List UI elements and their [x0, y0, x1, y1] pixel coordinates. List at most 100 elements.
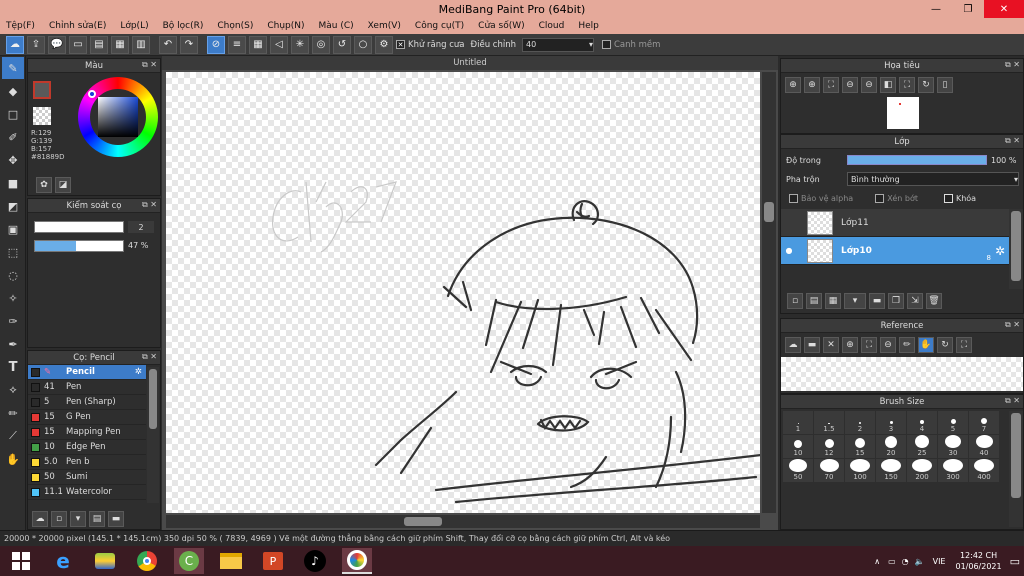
brush-size-cell[interactable]: 20: [876, 435, 906, 458]
medibang-icon[interactable]: [342, 548, 372, 574]
brush-size-cell[interactable]: 400: [969, 459, 999, 482]
brush-size-cell[interactable]: 4: [907, 411, 937, 434]
open-folder-icon[interactable]: ▬: [804, 337, 820, 353]
color-swap-icon[interactable]: ◪: [55, 177, 71, 193]
brush-size-cell[interactable]: 1: [783, 411, 813, 434]
eyedropper-icon[interactable]: ✏: [899, 337, 915, 353]
brush-size-cell[interactable]: 1.5: [814, 411, 844, 434]
lock-checkbox[interactable]: [943, 194, 953, 203]
brush-size-cell[interactable]: 12: [814, 435, 844, 458]
comment-icon[interactable]: 💬: [48, 35, 66, 54]
hand-icon[interactable]: ✋: [918, 337, 934, 353]
panel-options-icon[interactable]: ⧉ ✕: [1005, 320, 1020, 330]
rotate-icon[interactable]: ↻: [918, 77, 934, 93]
panel-options-icon[interactable]: ⧉ ✕: [142, 60, 157, 70]
zoom-actual-icon[interactable]: ⊖: [861, 77, 877, 93]
text-tool-icon[interactable]: T: [2, 356, 24, 378]
layer-list-scrollbar[interactable]: [1009, 209, 1023, 289]
brush-size-cell[interactable]: 70: [814, 459, 844, 482]
panel-options-icon[interactable]: ⧉ ✕: [1005, 396, 1020, 406]
tray-expand-icon[interactable]: ∧: [874, 557, 880, 566]
wifi-icon[interactable]: ◔: [902, 557, 909, 566]
menu-help[interactable]: Help: [572, 21, 607, 31]
menu-window[interactable]: Cửa số(W): [472, 21, 532, 31]
close-reference-icon[interactable]: ✕: [823, 337, 839, 353]
layer-settings-gear-icon[interactable]: ✲: [995, 244, 1005, 258]
canvas-tab[interactable]: Untitled: [162, 56, 778, 70]
canvas-horizontal-scrollbar[interactable]: [166, 515, 760, 528]
brush-tool-icon[interactable]: ✎: [2, 57, 24, 79]
ring-snap-icon[interactable]: ○: [354, 35, 372, 54]
menu-snap[interactable]: Chụp(N): [261, 21, 312, 31]
background-color-swatch[interactable]: [33, 107, 51, 125]
zoom-out-icon[interactable]: ⊖: [842, 77, 858, 93]
snap-settings-icon[interactable]: ⚙: [375, 35, 393, 54]
delete-layer-icon[interactable]: 🗑: [926, 293, 942, 309]
merge-layer-icon[interactable]: ⇲: [907, 293, 923, 309]
brush-size-cell[interactable]: 25: [907, 435, 937, 458]
chrome-icon[interactable]: [132, 548, 162, 574]
shape-tool-icon[interactable]: □: [2, 103, 24, 125]
brush-size-cell[interactable]: 40: [969, 435, 999, 458]
eyedropper-tool-icon[interactable]: ✏: [2, 402, 24, 424]
brush-item[interactable]: 50 Sumi: [28, 470, 146, 485]
move-tool-icon[interactable]: ✥: [2, 149, 24, 171]
clipping-checkbox[interactable]: [875, 194, 885, 203]
menu-file[interactable]: Tệp(F): [0, 21, 43, 31]
file-explorer-icon[interactable]: [216, 548, 246, 574]
menu-tools[interactable]: Công cụ(T): [409, 21, 472, 31]
new-brush-icon[interactable]: ▫: [51, 511, 67, 527]
brush-item[interactable]: 11.1 Watercolor: [28, 485, 146, 500]
drawing-canvas[interactable]: [166, 72, 763, 513]
document-icon[interactable]: ▤: [90, 35, 108, 54]
panel-options-icon[interactable]: ⧉ ✕: [1005, 60, 1020, 70]
grid-list-icon[interactable]: ▦: [111, 35, 129, 54]
powerpoint-icon[interactable]: P: [258, 548, 288, 574]
layer-row[interactable]: Lớp11: [781, 209, 1009, 237]
brush-size-value[interactable]: 2: [128, 221, 154, 233]
menu-cloud[interactable]: Cloud: [533, 21, 573, 31]
zoom-fit-in-icon[interactable]: ⊕: [804, 77, 820, 93]
share-icon[interactable]: ⇪: [27, 35, 45, 54]
duplicate-layer-icon[interactable]: ❐: [888, 293, 904, 309]
brush-size-cell[interactable]: 300: [938, 459, 968, 482]
brush-size-cell[interactable]: 2: [845, 411, 875, 434]
brush-list-scrollbar[interactable]: [147, 367, 159, 503]
zoom-out-icon[interactable]: ⊖: [880, 337, 896, 353]
radial-snap-icon[interactable]: ✳: [291, 35, 309, 54]
zoom-in-icon[interactable]: ⊕: [842, 337, 858, 353]
brush-item[interactable]: 10 Edge Pen: [28, 440, 146, 455]
cloud-download-icon[interactable]: ☁: [785, 337, 801, 353]
menu-view[interactable]: Xem(V): [362, 21, 409, 31]
circle-snap-icon[interactable]: ◎: [312, 35, 330, 54]
brush-item[interactable]: 15 G Pen: [28, 410, 146, 425]
bucket-tool-icon[interactable]: ◩: [2, 195, 24, 217]
cloud-icon[interactable]: ☁: [6, 35, 24, 54]
antialias-checkbox[interactable]: ✕: [396, 40, 405, 49]
magic-wand-tool-icon[interactable]: ✧: [2, 287, 24, 309]
lasso-tool-icon[interactable]: ◌: [2, 264, 24, 286]
cloud-brush-icon[interactable]: ☁: [32, 511, 48, 527]
menu-select[interactable]: Chọn(S): [211, 21, 261, 31]
fullscreen-icon[interactable]: ⛶: [956, 337, 972, 353]
panel-options-icon[interactable]: ⧉ ✕: [142, 352, 157, 362]
menu-color[interactable]: Màu (C): [313, 21, 362, 31]
battery-icon[interactable]: ▭: [888, 557, 896, 566]
fill-rect-tool-icon[interactable]: ■: [2, 172, 24, 194]
rotate-icon[interactable]: ↻: [937, 337, 953, 353]
curve-snap-icon[interactable]: ↺: [333, 35, 351, 54]
undo-icon[interactable]: ↶: [159, 35, 177, 54]
dot-tool-icon[interactable]: ✐: [2, 126, 24, 148]
brush-size-cell[interactable]: 3: [876, 411, 906, 434]
brush-size-cell[interactable]: 5: [938, 411, 968, 434]
panel-options-icon[interactable]: ⧉ ✕: [142, 200, 157, 210]
saturation-square[interactable]: [98, 97, 138, 137]
flip-icon[interactable]: ◧: [880, 77, 896, 93]
layer-opacity-slider[interactable]: [847, 155, 987, 165]
canvas-vertical-scrollbar[interactable]: [762, 72, 776, 513]
crisscross-snap-icon[interactable]: ▦: [249, 35, 267, 54]
divide-tool-icon[interactable]: ⟡: [2, 379, 24, 401]
blend-mode-dropdown[interactable]: Bình thường ▾: [847, 172, 1019, 186]
brush-settings-gear-icon[interactable]: ✲: [135, 367, 142, 377]
vanishing-point-icon[interactable]: ◁: [270, 35, 288, 54]
